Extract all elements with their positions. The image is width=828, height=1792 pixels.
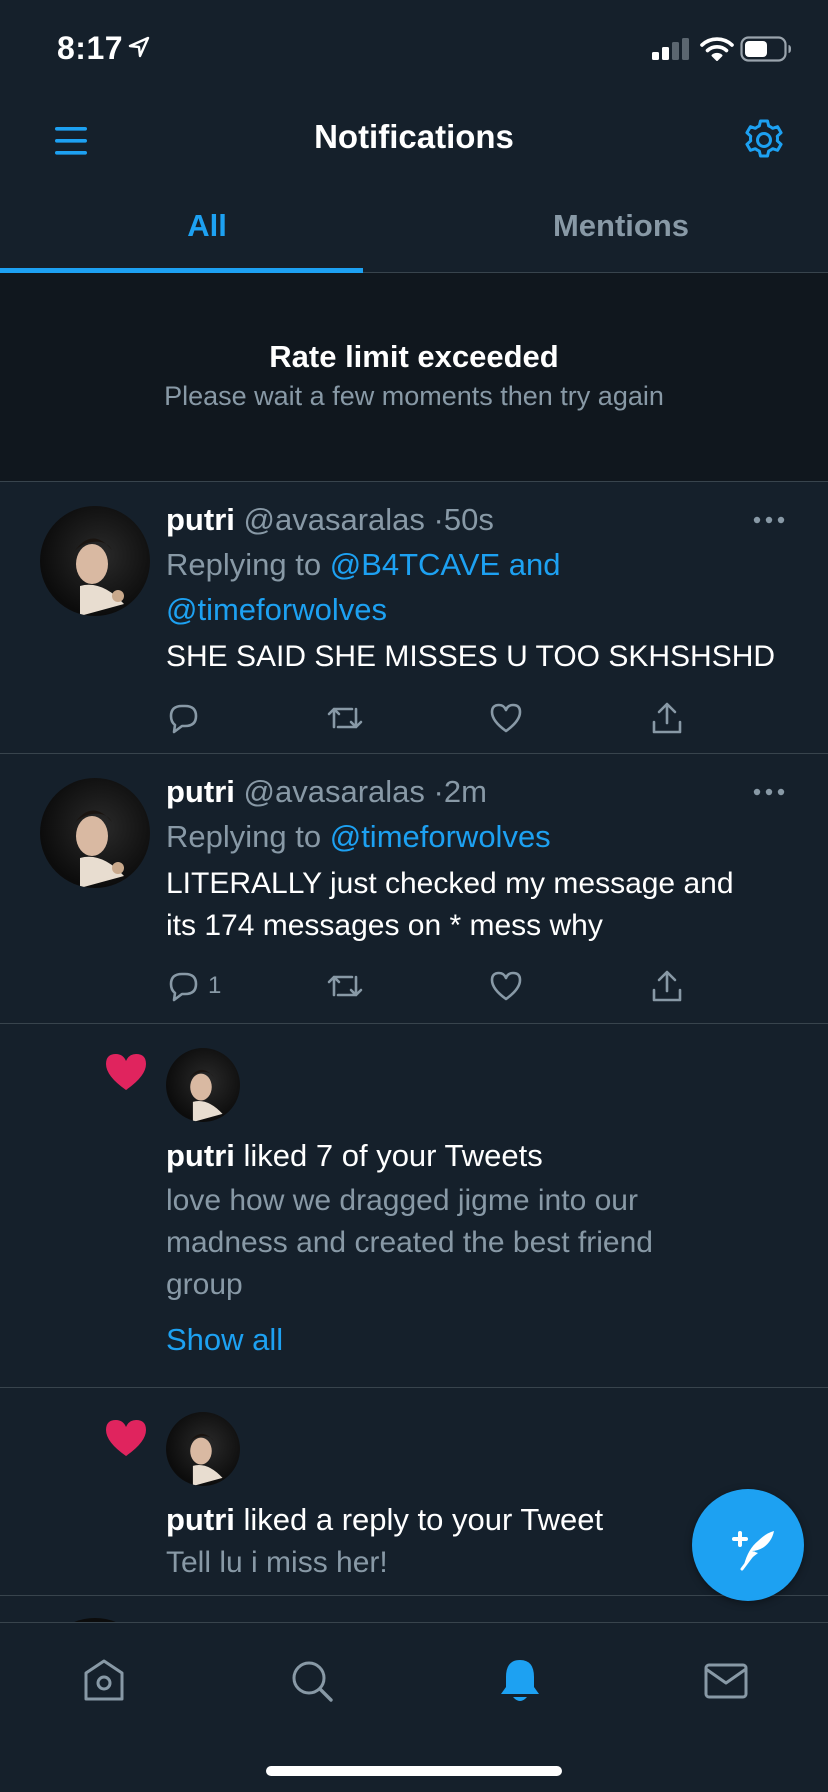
show-all-link[interactable]: Show all bbox=[166, 1320, 788, 1360]
tweet-actions: 1 bbox=[166, 966, 686, 1006]
location-arrow-icon bbox=[128, 36, 150, 58]
liked-tweet-excerpt-continued: group bbox=[166, 1268, 243, 1301]
retweet-button[interactable] bbox=[326, 966, 364, 1006]
reply-mention-link[interactable]: @timeforwolves bbox=[330, 819, 551, 854]
tab-mentions[interactable]: Mentions bbox=[414, 190, 828, 272]
reply-mention-link[interactable]: @B4TCAVE and bbox=[330, 547, 561, 582]
share-button[interactable] bbox=[650, 966, 684, 1006]
like-action: liked 7 of your Tweets bbox=[243, 1138, 543, 1173]
like-content: putri liked 7 of your Tweets love how we… bbox=[166, 1136, 788, 1360]
share-button[interactable] bbox=[650, 698, 684, 738]
tweet-content: putri @avasaralas ·2m Replying to @timef… bbox=[166, 772, 788, 947]
rate-limit-message: Please wait a few moments then try again bbox=[164, 381, 664, 411]
like-icon bbox=[490, 703, 522, 733]
like-notification[interactable]: putri liked 7 of your Tweets love how we… bbox=[0, 1024, 828, 1388]
reply-icon bbox=[169, 972, 198, 1002]
portrait-image bbox=[74, 538, 124, 616]
reply-mention-link[interactable]: @timeforwolves bbox=[166, 592, 387, 627]
reply-count: 1 bbox=[208, 972, 222, 999]
rate-limit-title: Rate limit exceeded bbox=[269, 339, 559, 374]
like-button[interactable] bbox=[488, 698, 524, 738]
settings-gear-icon[interactable] bbox=[740, 116, 788, 164]
tweet-time: 50s bbox=[443, 502, 494, 537]
avatar[interactable] bbox=[40, 778, 150, 888]
portrait-image bbox=[188, 1069, 223, 1122]
app-header: Notifications bbox=[0, 100, 828, 180]
tweet-header: putri @avasaralas ·50s bbox=[166, 500, 788, 540]
tweet-header: putri @avasaralas ·2m bbox=[166, 772, 788, 812]
compose-tweet-button[interactable] bbox=[692, 1489, 804, 1601]
liker-name[interactable]: putri bbox=[166, 1502, 235, 1537]
tab-all[interactable]: All bbox=[0, 190, 414, 272]
page-title: Notifications bbox=[314, 118, 514, 155]
rate-limit-banner: Rate limit exceeded Please wait a few mo… bbox=[0, 273, 828, 482]
notifications-bell-icon[interactable] bbox=[494, 1655, 546, 1707]
home-indicator[interactable] bbox=[266, 1766, 562, 1776]
portrait-image bbox=[188, 1433, 223, 1486]
home-icon[interactable] bbox=[78, 1655, 130, 1707]
more-options-icon[interactable] bbox=[752, 514, 786, 526]
liked-tweet-excerpt: love how we dragged jigme into our bbox=[166, 1184, 638, 1217]
replying-to-continued: @timeforwolves bbox=[166, 587, 788, 632]
retweet-button[interactable] bbox=[326, 698, 364, 738]
compose-tweet-icon bbox=[732, 1531, 774, 1571]
tweet-text: SHE SAID SHE MISSES U TOO SKHSHSHD bbox=[166, 640, 776, 673]
tweet-time: 2m bbox=[443, 774, 487, 809]
author-handle[interactable]: @avasaralas bbox=[244, 774, 425, 809]
status-bar: 8:17 bbox=[0, 0, 828, 100]
liker-name[interactable]: putri bbox=[166, 1138, 235, 1173]
messages-icon[interactable] bbox=[700, 1655, 752, 1707]
tweet-actions bbox=[166, 698, 686, 738]
avatar[interactable] bbox=[40, 506, 150, 616]
tweet-text: LITERALLY just checked my message and bbox=[166, 867, 734, 900]
like-summary: putri liked 7 of your Tweets bbox=[166, 1136, 788, 1176]
avatar[interactable] bbox=[166, 1048, 240, 1122]
twitter-app: 8:17 Notifications All Mentions Rate lim… bbox=[0, 0, 828, 1792]
author-handle[interactable]: @avasaralas bbox=[244, 502, 425, 537]
search-icon[interactable] bbox=[286, 1655, 338, 1707]
retweet-icon bbox=[327, 707, 363, 729]
liked-tweet-excerpt-continued: madness and created the best friend bbox=[166, 1226, 653, 1259]
replying-prefix: Replying to bbox=[166, 547, 322, 582]
tweet-item[interactable]: putri @avasaralas ·50s Replying to @B4TC… bbox=[0, 482, 828, 754]
tweet-item[interactable]: putri @avasaralas ·2m Replying to @timef… bbox=[0, 754, 828, 1024]
reply-button[interactable]: 1 bbox=[166, 966, 221, 1006]
meta-separator: · bbox=[433, 502, 444, 537]
battery-icon bbox=[740, 36, 791, 62]
tweet-text-continued: its 174 messages on * mess why bbox=[166, 909, 603, 942]
replying-to: Replying to @B4TCAVE and bbox=[166, 542, 788, 587]
replying-to: Replying to @timeforwolves bbox=[166, 814, 788, 859]
like-icon bbox=[490, 971, 522, 1001]
more-options-icon[interactable] bbox=[752, 786, 786, 798]
reply-icon bbox=[169, 704, 198, 734]
like-button[interactable] bbox=[488, 966, 524, 1006]
portrait-image bbox=[74, 810, 124, 888]
wifi-icon bbox=[700, 37, 734, 61]
heart-icon bbox=[106, 1054, 146, 1090]
share-icon bbox=[652, 702, 682, 734]
notification-tabs: All Mentions bbox=[0, 190, 828, 273]
author-name[interactable]: putri bbox=[166, 502, 235, 537]
tweet-content: putri @avasaralas ·50s Replying to @B4TC… bbox=[166, 500, 788, 678]
meta-separator: · bbox=[433, 774, 444, 809]
heart-icon bbox=[106, 1420, 146, 1456]
cellular-signal-icon bbox=[652, 38, 689, 60]
status-time: 8:17 bbox=[57, 30, 124, 66]
like-action: liked a reply to your Tweet bbox=[243, 1502, 604, 1537]
reply-button[interactable] bbox=[166, 698, 208, 738]
retweet-icon bbox=[327, 975, 363, 997]
author-name[interactable]: putri bbox=[166, 774, 235, 809]
avatar[interactable] bbox=[166, 1412, 240, 1486]
share-icon bbox=[652, 970, 682, 1002]
replying-prefix: Replying to bbox=[166, 819, 322, 854]
